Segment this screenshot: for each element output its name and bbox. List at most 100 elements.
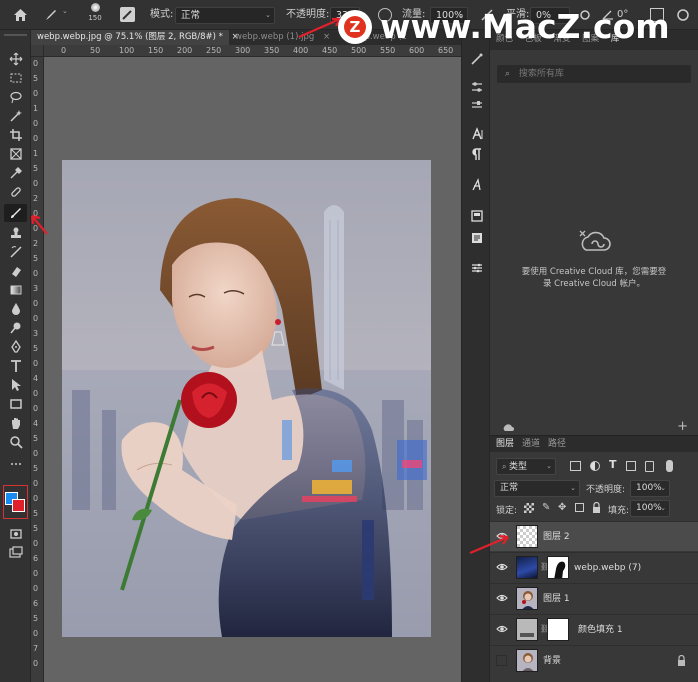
hand-icon[interactable] [4,414,27,432]
frame-icon[interactable] [4,145,27,163]
layer-mask-thumbnail[interactable] [547,556,569,579]
screen-mode-icon[interactable] [4,544,27,562]
marquee-icon[interactable] [4,69,27,87]
gradient-icon[interactable] [4,281,27,299]
filter-type-icon[interactable]: T [609,458,617,471]
ruler-tick-label: 0 [33,479,39,488]
rectangle-icon[interactable] [4,395,27,413]
filter-adjustment-icon[interactable] [590,461,600,471]
layer-opacity-input[interactable]: 100% ⌄ [630,480,670,497]
glyphs-icon[interactable] [468,178,485,195]
layer-thumbnail [516,556,538,579]
ruler-tick-label: 0 [33,299,39,308]
eye-icon[interactable] [496,561,508,573]
magic-wand-icon[interactable] [4,107,27,125]
ruler-tick-label: 5 [33,614,39,623]
pen-icon[interactable] [4,338,27,356]
ruler-tick-label: 0 [33,179,39,188]
eraser-icon[interactable] [4,262,27,280]
channels-settings-icon[interactable] [468,261,485,278]
type-icon[interactable] [4,357,27,375]
brush-preset-icon[interactable] [44,8,58,22]
chevron-down-icon[interactable]: ⌄ [62,7,68,15]
notes-icon[interactable] [468,231,485,248]
zoom-icon[interactable] [4,433,27,451]
character-icon[interactable] [468,127,485,144]
library-search-input[interactable]: ⌕ 搜索所有库 [497,65,691,83]
filter-shape-icon[interactable] [626,461,636,471]
document-canvas[interactable] [62,160,431,637]
history-brush-icon[interactable] [4,243,27,261]
canvas-workspace[interactable] [44,57,461,682]
ruler-tick-label: 4 [33,374,39,383]
lock-position-icon[interactable]: ✥ [558,502,566,513]
blur-icon[interactable] [4,300,27,318]
stamp-icon[interactable] [4,224,27,242]
history-icon[interactable] [468,52,485,69]
layer-mask-thumbnail[interactable] [547,618,569,641]
toolbar-grip[interactable] [4,32,27,38]
tab-layers[interactable]: 图层 [496,436,514,453]
layer-row-background[interactable]: 背景 [490,645,698,675]
ruler-tick-label: 3 [33,329,39,338]
adjustments-icon[interactable] [468,98,485,115]
move-icon[interactable] [4,50,27,68]
filter-smart-object-icon[interactable] [645,461,654,472]
lock-all-icon[interactable] [592,501,601,513]
document-tab-active[interactable]: webp.webp.jpg @ 75.1% (图层 2, RGB/8#) * × [31,30,239,45]
fill-input[interactable]: 100% ⌄ [630,500,670,517]
eye-icon[interactable] [496,623,508,635]
layer-thumbnail [516,618,538,641]
home-icon[interactable] [13,8,28,22]
path-select-icon[interactable] [4,376,27,394]
eye-toggle-empty[interactable] [496,655,507,666]
layer-thumbnail [516,649,538,672]
layer-row-layer-1[interactable]: 图层 1 [490,583,698,613]
layers-panel-tabs: 图层 通道 路径 [490,435,698,452]
add-icon[interactable]: + [677,419,688,434]
crop-icon[interactable] [4,126,27,144]
layer-name[interactable]: 图层 1 [543,584,570,614]
layer-name[interactable]: 背景 [543,646,561,676]
quick-mask-icon[interactable] [4,525,27,543]
layer-name[interactable]: webp.webp (7) [574,553,641,583]
layer-filter-select[interactable]: ⌕ 类型 ⌄ [496,458,556,475]
mode-label: 模式: [150,9,174,20]
filter-pixel-icon[interactable] [570,461,581,471]
pressure-size-icon[interactable] [676,8,690,22]
ruler-origin[interactable] [31,45,44,57]
lock-pixels-icon[interactable]: ✎ [542,502,550,513]
lock-transparent-icon[interactable] [524,503,534,513]
filter-toggle-icon[interactable] [666,460,673,472]
tab-paths[interactable]: 路径 [548,436,566,453]
brush-size-value: 150 [88,14,102,22]
cc-message-line-2: 录 Creative Cloud 帐户。 [542,279,646,289]
layer-name[interactable]: 图层 2 [543,522,570,552]
lasso-icon[interactable] [4,88,27,106]
mode-select[interactable]: 正常 ⌄ [175,7,275,24]
blend-mode-select[interactable]: 正常 ⌄ [494,480,580,497]
brush-tool-icon[interactable] [4,204,27,222]
ruler-tick-label: 3 [33,284,39,293]
ruler-tick-label: 0 [33,314,39,323]
ruler-tick-label: 6 [33,599,39,608]
brush-panel-icon[interactable] [120,7,135,22]
layer-row-color-fill-1[interactable]: ⛓ 颜色填充 1 [490,614,698,644]
more-icon[interactable] [4,455,27,473]
properties-icon[interactable] [468,209,485,226]
eye-icon[interactable] [496,592,508,604]
cloud-sync-icon[interactable] [502,423,514,432]
layer-row-layer-2[interactable]: 图层 2 [490,521,698,551]
dodge-icon[interactable] [4,319,27,337]
paragraph-icon[interactable] [468,147,485,164]
healing-icon[interactable] [4,183,27,201]
brush-size-preview[interactable]: 150 [86,3,104,29]
brush-settings-icon[interactable] [468,80,485,97]
vertical-ruler[interactable]: 0501001502002503003504004505005506006507… [31,45,44,682]
lock-icon[interactable] [677,654,686,666]
layer-name[interactable]: 颜色填充 1 [578,615,623,645]
tab-channels[interactable]: 通道 [522,436,540,453]
layer-row-webp-7[interactable]: ⛓ webp.webp (7) [490,552,698,582]
lock-artboard-icon[interactable] [575,503,584,512]
eyedropper-icon[interactable] [4,164,27,182]
